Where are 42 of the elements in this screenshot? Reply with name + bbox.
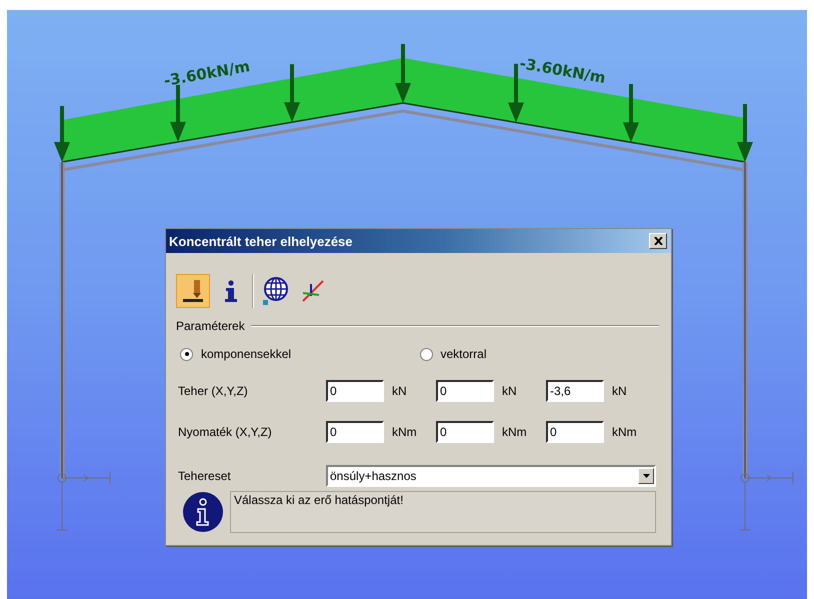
load-label: -3.60kN/m <box>518 54 607 88</box>
input-field[interactable]: 0 <box>436 421 494 443</box>
load-label: -3.60kN/m <box>162 57 252 90</box>
input-field[interactable]: 0 <box>326 421 384 443</box>
load-arrow <box>623 84 639 142</box>
input-field[interactable]: 0 <box>546 421 604 443</box>
unit-label: kNm <box>501 425 528 439</box>
input-field[interactable]: 0 <box>436 380 494 402</box>
radio-label: vektorral <box>440 347 487 361</box>
radio-button[interactable] <box>180 348 193 360</box>
unit-label: kN <box>391 384 408 398</box>
load-arrow <box>737 104 753 162</box>
globe-icon <box>261 276 289 306</box>
unit-label: kN <box>611 384 628 398</box>
close-icon <box>654 237 662 245</box>
support-drawing <box>740 472 794 530</box>
unit-label: kNm <box>611 425 638 439</box>
input-field[interactable]: -3,6 <box>546 380 604 402</box>
load-point-icon <box>181 278 205 304</box>
window-title: Koncentrált teher elhelyezése <box>169 234 353 248</box>
load-arrow <box>54 106 70 162</box>
toolbar-button[interactable] <box>176 274 210 308</box>
radio-button[interactable] <box>420 348 432 360</box>
load-arrow <box>395 44 411 103</box>
info-icon <box>224 280 238 302</box>
field-label: Tehereset <box>177 469 232 483</box>
input-field[interactable]: 0 <box>326 380 384 402</box>
group-label: Paraméterek <box>176 319 245 333</box>
unit-label: kN <box>501 384 518 398</box>
unit-label: kNm <box>391 425 418 439</box>
field-label: Nyomaték (X,Y,Z) <box>177 425 273 439</box>
close-button[interactable] <box>649 233 667 249</box>
load-arrow <box>170 84 186 142</box>
radio-label: komponensekkel <box>201 347 292 361</box>
caret-icon <box>642 474 650 478</box>
load-arrow <box>284 64 300 122</box>
support-drawing <box>56 472 110 530</box>
status-message: Válassza ki az erő hatáspontját! <box>230 491 656 533</box>
field-label: Teher (X,Y,Z) <box>177 384 249 398</box>
load-case-dropdown[interactable]: önsúly+hasznos <box>326 465 656 487</box>
axes-icon <box>300 278 326 304</box>
info-icon <box>182 491 224 533</box>
